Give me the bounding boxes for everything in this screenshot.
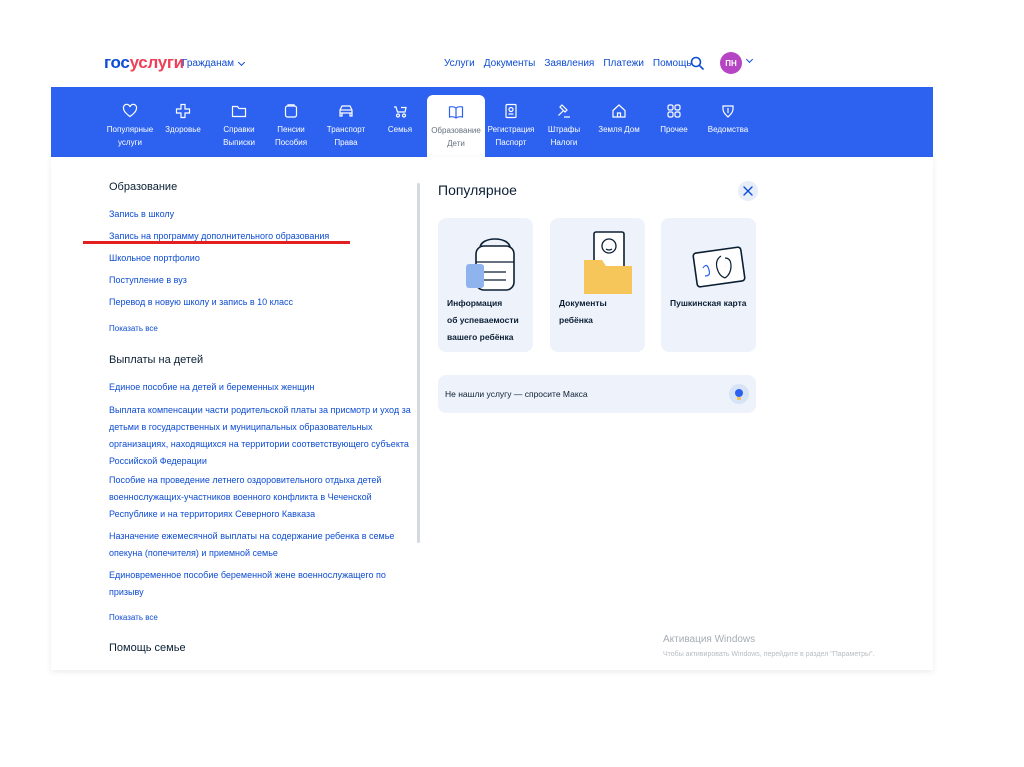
stroller-icon (394, 106, 407, 118)
grid-icon (667, 104, 681, 118)
category-education[interactable]: Образование Дети (427, 95, 485, 157)
nav-applications[interactable]: Заявления (544, 58, 594, 69)
nav-help[interactable]: Помощь (653, 58, 692, 69)
section-title-payments: Выплаты на детей (109, 354, 204, 366)
red-underline-annotation (83, 241, 350, 244)
link-summer-rest-allowance[interactable]: Пособие на проведение летнего оздоровите… (109, 472, 381, 523)
pushkin-card-icon (692, 246, 746, 288)
top-header: госуслуги Гражданам Услуги Документы Зая… (0, 0, 1024, 87)
link-school-transfer[interactable]: Перевод в новую школу и запись в 10 клас… (109, 294, 293, 311)
emblem-icon (722, 105, 734, 118)
gosuslugi-logo[interactable]: госуслуги (104, 53, 184, 73)
link-parental-fee-compensation[interactable]: Выплата компенсации части родительской п… (109, 402, 411, 470)
left-column-scrollbar[interactable] (417, 183, 420, 543)
avatar[interactable]: ПН (720, 52, 742, 74)
medical-cross-icon (175, 103, 191, 119)
category-pensions[interactable]: Пенсии Пособия (269, 87, 313, 157)
close-button[interactable] (738, 181, 758, 201)
chevron-down-icon (237, 58, 246, 66)
heart-icon (122, 103, 138, 118)
category-popular[interactable]: Популярные услуги (99, 87, 161, 157)
profile-chevron-down-icon[interactable] (745, 55, 754, 64)
folder-icon (231, 105, 247, 118)
windows-activation-subtitle: Чтобы активировать Windows, перейдите в … (663, 651, 875, 658)
passport-icon (505, 103, 517, 119)
nav-services[interactable]: Услуги (444, 58, 475, 69)
category-land-house[interactable]: Земля Дом (595, 87, 643, 157)
card-pushkin-card[interactable]: Пушкинская карта (661, 218, 756, 352)
close-icon (743, 186, 753, 196)
link-school-enrollment[interactable]: Запись в школу (109, 206, 174, 223)
category-transport[interactable]: Транспорт Права (319, 87, 373, 157)
category-fines[interactable]: Штрафы Налоги (543, 87, 585, 157)
gavel-icon (558, 104, 570, 118)
wallet-icon (284, 104, 298, 118)
link-university-admission[interactable]: Поступление в вуз (109, 272, 187, 289)
nav-payments[interactable]: Платежи (603, 58, 644, 69)
book-icon (448, 106, 464, 119)
popular-title: Популярное (438, 182, 517, 198)
child-folder-icon (584, 231, 632, 294)
link-pregnant-wife-allowance[interactable]: Единовременное пособие беременной жене в… (109, 567, 386, 601)
backpack-icon (466, 238, 515, 291)
link-school-portfolio[interactable]: Школьное портфолио (109, 250, 200, 267)
search-icon[interactable] (690, 56, 704, 70)
section-title-family: Помощь семье (109, 642, 186, 654)
category-bar: Популярные услуги Здоровье Справки Выписки… (51, 87, 933, 157)
link-unified-allowance[interactable]: Единое пособие на детей и беременных жен… (109, 379, 315, 396)
section-title-education: Образование (109, 181, 178, 193)
category-family[interactable]: Семья (383, 87, 417, 157)
car-icon (339, 105, 353, 117)
house-icon (612, 104, 626, 118)
card-student-progress[interactable]: Информация об успеваемости вашего ребёнк… (438, 218, 533, 352)
category-certificates[interactable]: Справки Выписки (214, 87, 264, 157)
top-nav: Услуги Документы Заявления Платежи Помощ… (444, 58, 692, 69)
max-assistant-icon (729, 384, 749, 404)
category-other[interactable]: Прочее (655, 87, 693, 157)
windows-activation-title: Активация Windows (663, 634, 756, 645)
show-all-education-link[interactable]: Показать все (109, 324, 158, 333)
audience-dropdown[interactable]: Гражданам (182, 58, 246, 69)
category-health[interactable]: Здоровье (161, 87, 205, 157)
link-guardian-monthly-payment[interactable]: Назначение ежемесячной выплаты на содерж… (109, 528, 394, 562)
card-child-documents[interactable]: Документы ребёнка (550, 218, 645, 352)
ask-max-banner[interactable]: Не нашли услугу — спросите Макса (438, 375, 756, 413)
nav-documents[interactable]: Документы (484, 58, 536, 69)
category-agencies[interactable]: Ведомства (705, 87, 751, 157)
category-registration[interactable]: Регистрация Паспорт (485, 87, 537, 157)
show-all-payments-link[interactable]: Показать все (109, 613, 158, 622)
